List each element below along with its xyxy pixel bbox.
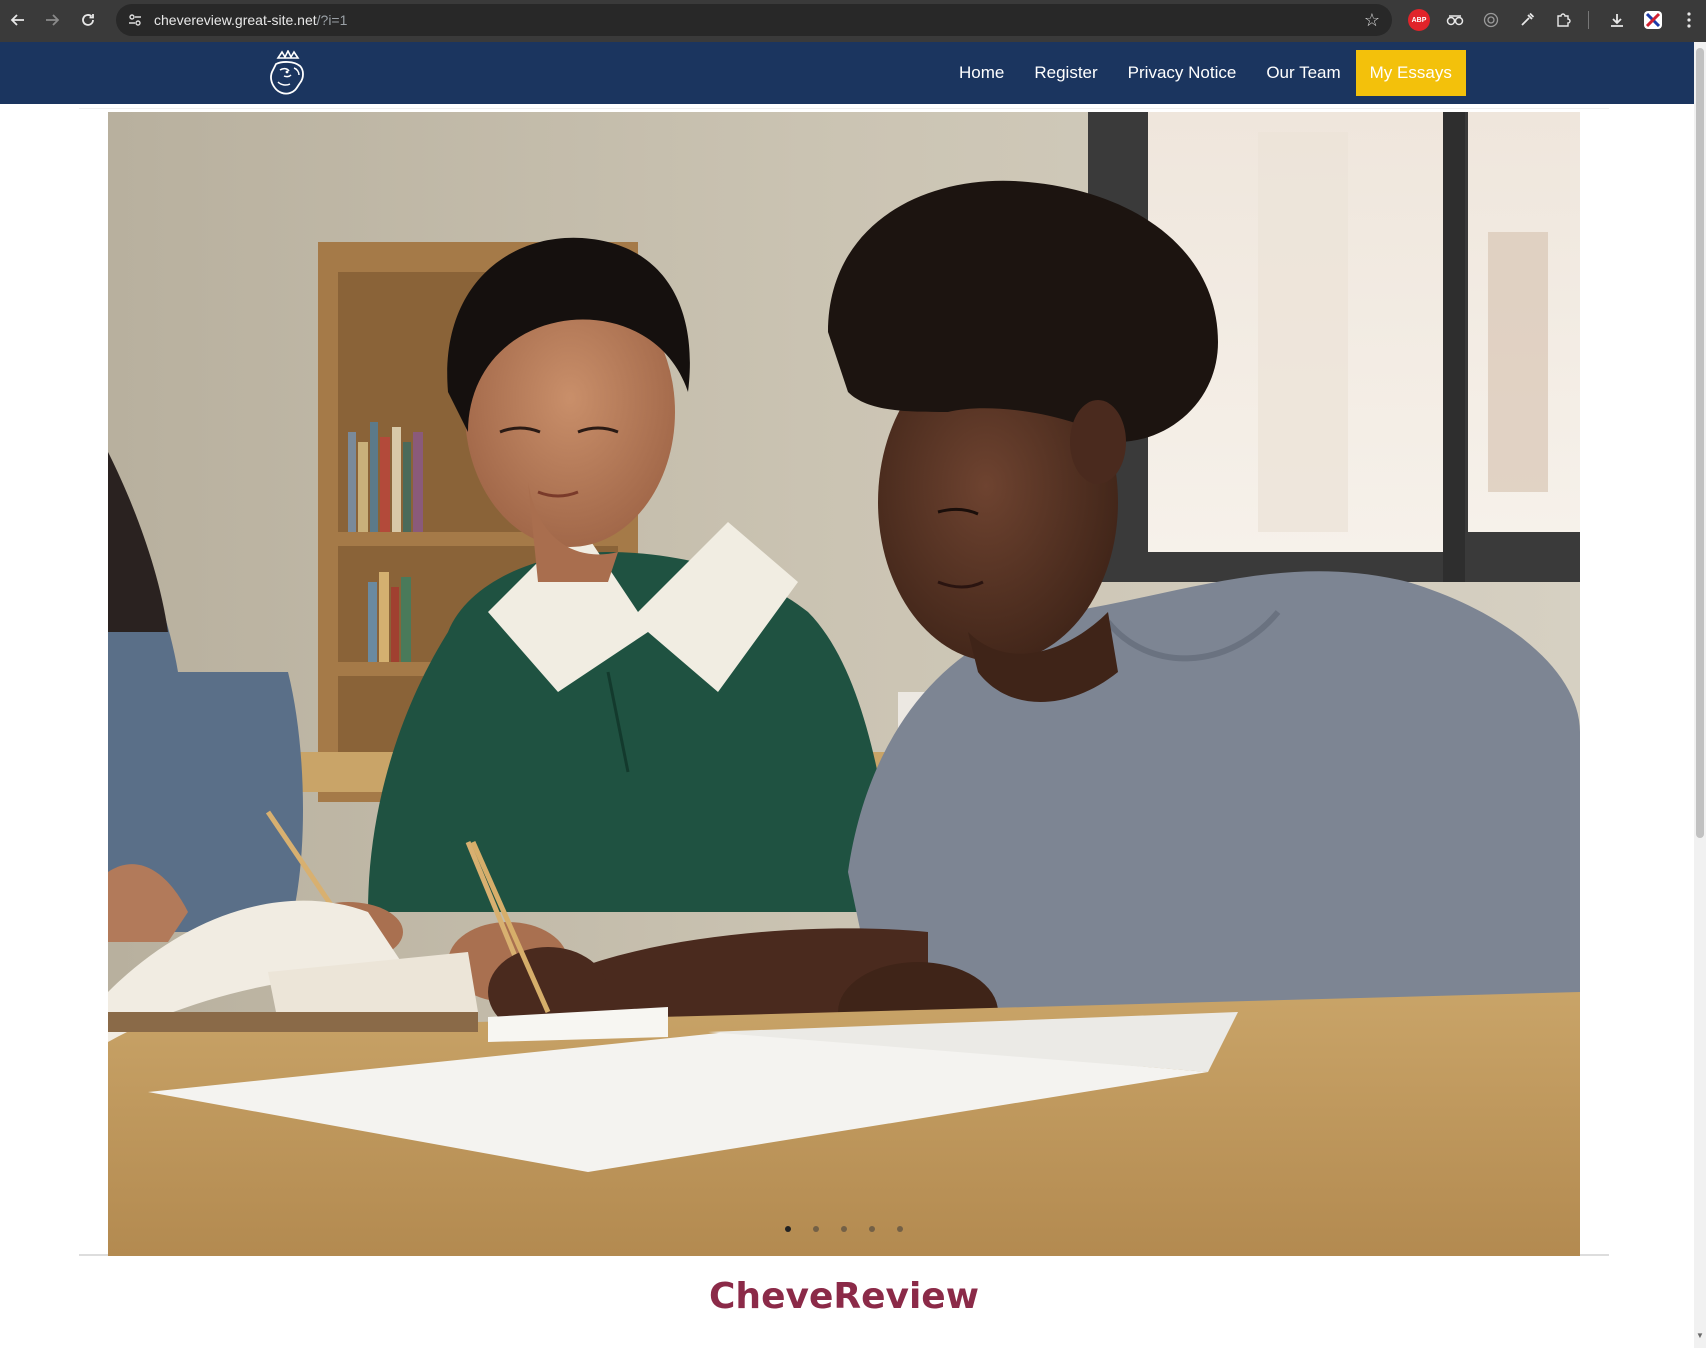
spy-glasses-icon[interactable] [1444, 9, 1466, 31]
address-bar[interactable]: chevereview.great-site.net/?i=1 ☆ [116, 4, 1392, 36]
browser-toolbar: chevereview.great-site.net/?i=1 ☆ ABP [0, 0, 1706, 42]
scrollbar-thumb[interactable] [1696, 48, 1704, 838]
puzzle-icon[interactable] [1552, 9, 1574, 31]
toolbar-separator [1588, 11, 1589, 29]
download-icon[interactable] [1606, 9, 1628, 31]
scroll-down-arrow-icon[interactable]: ▼ [1696, 1332, 1704, 1340]
nav-privacy-notice[interactable]: Privacy Notice [1128, 63, 1237, 83]
slider-dots [108, 1226, 1580, 1232]
eyedropper-icon[interactable] [1516, 9, 1538, 31]
site-info-icon[interactable] [120, 5, 150, 35]
menu-icon[interactable] [1678, 9, 1700, 31]
back-icon[interactable] [0, 2, 36, 38]
bookmark-star-icon[interactable]: ☆ [1364, 10, 1380, 31]
url-text: chevereview.great-site.net/?i=1 [154, 12, 348, 28]
slider-dot[interactable] [869, 1226, 875, 1232]
profile-icon[interactable] [1642, 9, 1664, 31]
slider-dot[interactable] [813, 1226, 819, 1232]
lion-crest-logo-icon[interactable] [266, 49, 310, 96]
slider-dot[interactable] [897, 1226, 903, 1232]
main-nav: Home Register Privacy Notice Our Team My… [944, 50, 1481, 96]
page-scrollbar[interactable]: ▼ [1694, 42, 1706, 1348]
circle-extension-icon[interactable] [1480, 9, 1502, 31]
adblock-icon[interactable]: ABP [1408, 9, 1430, 31]
slider-dot[interactable] [785, 1226, 791, 1232]
my-essays-button[interactable]: My Essays [1355, 50, 1466, 96]
forward-icon[interactable] [34, 2, 70, 38]
nav-register[interactable]: Register [1034, 63, 1097, 83]
nav-home[interactable]: Home [959, 63, 1004, 83]
nav-our-team[interactable]: Our Team [1266, 63, 1340, 83]
site-title: CheveReview [709, 1276, 979, 1317]
reload-icon[interactable] [70, 2, 106, 38]
hero-slide-image [108, 112, 1580, 1256]
site-header: Home Register Privacy Notice Our Team My… [0, 42, 1694, 104]
slider-dot[interactable] [841, 1226, 847, 1232]
